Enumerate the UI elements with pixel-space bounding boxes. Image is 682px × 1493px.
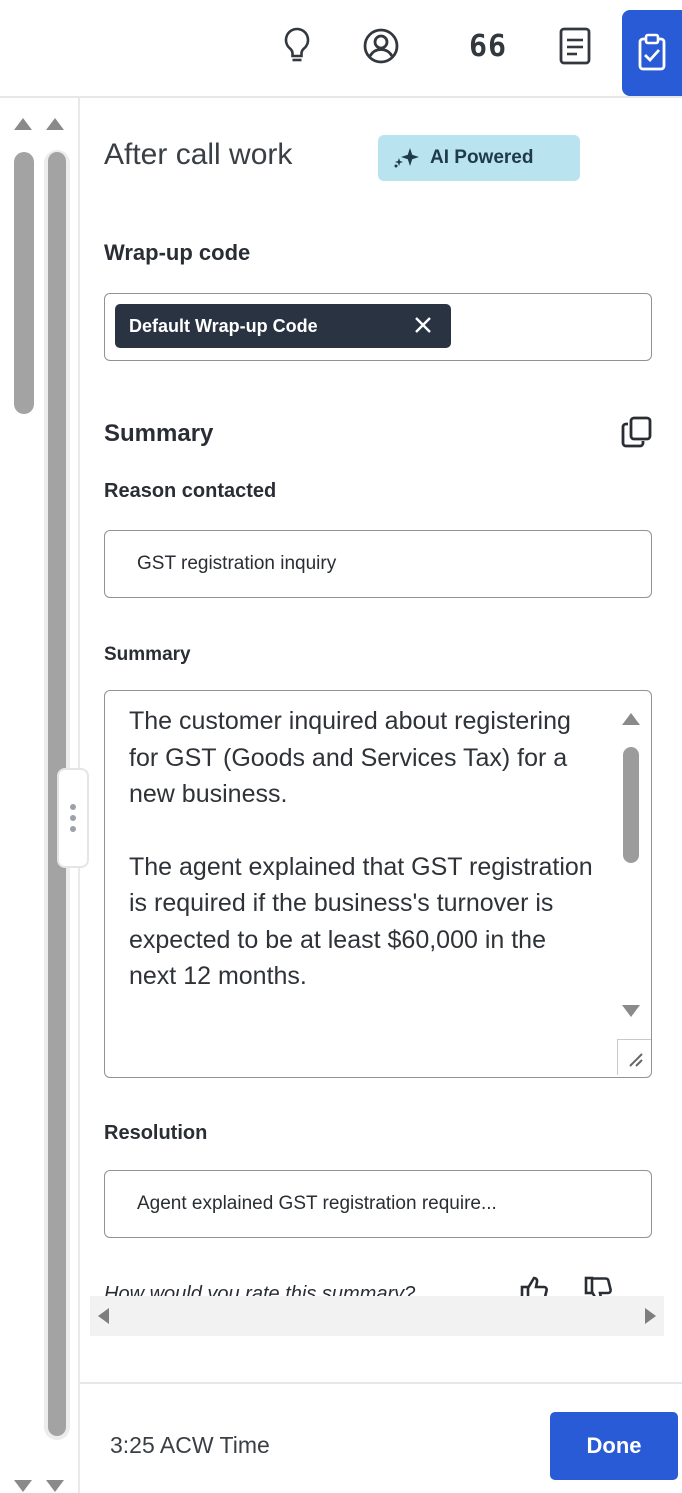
summary-text: The customer inquired about registering … [129, 703, 599, 995]
scrollbar-thumb[interactable] [14, 152, 34, 414]
sparkle-icon [394, 148, 419, 168]
resolution-label: Resolution [104, 1122, 208, 1144]
lightbulb-icon[interactable] [272, 20, 322, 72]
scroll-up-arrow-icon[interactable] [46, 118, 64, 130]
top-toolbar: 66 [0, 0, 682, 96]
summary-label: Summary [104, 644, 191, 665]
done-button[interactable]: Done [550, 1412, 678, 1480]
horizontal-scrollbar[interactable] [90, 1296, 664, 1336]
scroll-down-arrow-icon[interactable] [46, 1480, 64, 1492]
scroll-right-arrow-icon[interactable] [645, 1308, 656, 1324]
clipboard-check-icon[interactable] [622, 10, 682, 96]
reason-contacted-value: GST registration inquiry [137, 553, 337, 574]
summary-paragraph: The customer inquired about registering … [129, 707, 571, 808]
close-icon[interactable] [411, 313, 435, 337]
quotes-count-button[interactable]: 66 [458, 20, 518, 72]
scroll-up-arrow-icon[interactable] [14, 118, 32, 130]
copy-icon[interactable] [620, 415, 654, 454]
quotes-count: 66 [468, 28, 508, 64]
wrapup-code-field[interactable]: Default Wrap-up Code [104, 293, 652, 361]
textarea-scrollbar-thumb[interactable] [623, 747, 639, 863]
reason-contacted-label: Reason contacted [104, 480, 277, 502]
summary-paragraph: The agent explained that GST registratio… [129, 852, 593, 991]
resize-grip-handle[interactable] [57, 768, 89, 868]
document-icon[interactable] [550, 20, 600, 72]
toolbar-divider [0, 96, 682, 98]
wrapup-code-chip: Default Wrap-up Code [115, 304, 451, 348]
wrapup-code-label: Wrap-up code [104, 240, 251, 265]
resolution-value: Agent explained GST registration require… [137, 1193, 497, 1214]
ai-powered-badge: AI Powered [378, 135, 580, 181]
textarea-scroll-up-icon[interactable] [622, 713, 640, 725]
textarea-scroll-down-icon[interactable] [622, 1005, 640, 1017]
resize-handle-icon[interactable] [617, 1039, 651, 1075]
acw-timer: 3:25 ACW Time [110, 1432, 270, 1458]
resolution-field[interactable]: Agent explained GST registration require… [104, 1170, 652, 1238]
panel-title: After call work [104, 138, 293, 171]
footer-divider [80, 1382, 682, 1384]
ai-badge-label: AI Powered [430, 147, 534, 168]
user-circle-icon[interactable] [356, 20, 406, 72]
scroll-left-arrow-icon[interactable] [98, 1308, 109, 1324]
wrapup-code-chip-label: Default Wrap-up Code [129, 315, 318, 336]
scroll-down-arrow-icon[interactable] [14, 1480, 32, 1492]
summary-heading: Summary [104, 420, 214, 447]
summary-textarea[interactable]: The customer inquired about registering … [104, 690, 652, 1078]
reason-contacted-field[interactable]: GST registration inquiry [104, 530, 652, 598]
